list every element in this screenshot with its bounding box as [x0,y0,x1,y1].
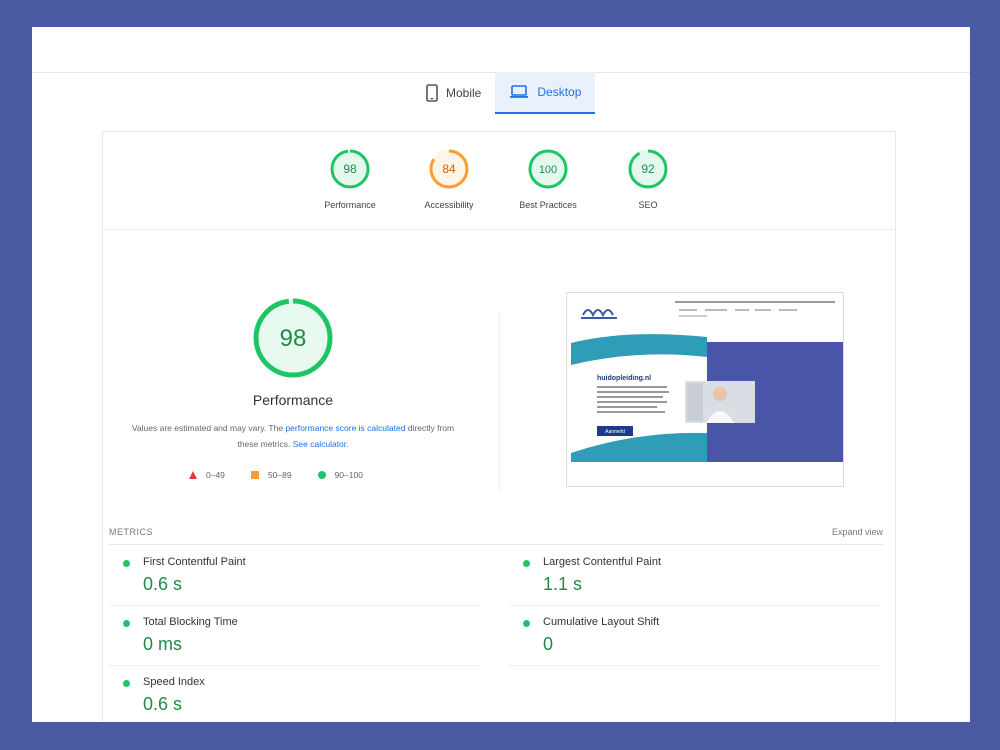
performance-gauge: 98 [251,296,335,380]
report-card: 98 Performance 84 Accessibility 100 Best… [102,131,896,722]
circle-icon [317,471,326,479]
gauge-performance[interactable]: 98 Performance [305,148,395,210]
gauge-label: Performance [324,200,376,210]
metric-largest-contentful-paint: Largest Contentful Paint 1.1 s [509,545,879,606]
metric-value: 1.1 s [543,574,583,594]
gauge-score: 100 [539,164,557,176]
metric-value: 0 ms [143,634,183,654]
browser-content: Mobile Desktop 98 Performance 84 Accessi… [32,27,970,722]
divider [499,312,500,492]
metrics-heading: METRICS [109,527,153,537]
metric-value: 0.6 s [143,574,183,594]
gauge-seo[interactable]: 92 SEO [603,148,693,210]
phone-icon [426,84,438,102]
score-legend: 0–49 50–89 90–100 [189,470,363,480]
score-gauges: 98 Performance 84 Accessibility 100 Best… [103,132,895,230]
pass-dot-icon [123,680,130,687]
metric-name: Largest Contentful Paint [543,556,662,568]
score-ring: 100 [528,149,568,189]
pass-dot-icon [123,620,130,627]
pass-dot-icon [523,560,530,567]
tab-mobile-label: Mobile [446,86,482,100]
tab-desktop-label: Desktop [537,85,582,99]
page-screenshot: huidopleiding.nl Aanmeld [566,292,844,487]
performance-note: Values are estimated and may vary. The p… [127,420,459,452]
metric-name: Speed Index [143,676,205,688]
metric-speed-index: Speed Index 0.6 s [109,665,479,722]
legend-item-good: 90–100 [317,470,363,480]
metric-name: Total Blocking Time [143,616,238,628]
gauge-label: Best Practices [519,200,577,210]
device-tabs: Mobile Desktop [412,72,596,114]
performance-score: 98 [280,325,307,352]
site-cta: Aanmeld [605,429,625,435]
legend-label: 50–89 [267,470,292,480]
pass-dot-icon [523,620,530,627]
metric-name: First Contentful Paint [143,556,246,568]
performance-score-link[interactable]: performance score is calculated [285,423,405,433]
gauge-label: SEO [638,200,658,210]
gauge-label: Accessibility [424,200,474,210]
expand-view-button[interactable]: Expand view [832,527,883,537]
gauge-score: 84 [442,162,456,176]
gauge-score: 98 [343,162,357,176]
tab-desktop[interactable]: Desktop [495,72,596,114]
tab-mobile[interactable]: Mobile [412,72,495,114]
gauge-accessibility[interactable]: 84 Accessibility [404,148,494,210]
score-ring: 84 [429,149,469,189]
metric-first-contentful-paint: First Contentful Paint 0.6 s [109,545,479,606]
metric-name: Cumulative Layout Shift [543,616,660,628]
top-bar [32,27,970,73]
triangle-icon [189,471,197,479]
note-text: Values are estimated and may vary. The [131,423,286,433]
square-icon [250,471,259,479]
metric-value: 0 [543,634,554,654]
metric-cumulative-layout-shift: Cumulative Layout Shift 0 [509,605,879,666]
metric-value: 0.6 s [143,694,183,714]
score-ring: 98 [330,149,370,189]
legend-item-average: 50–89 [250,470,292,480]
metric-total-blocking-time: Total Blocking Time 0 ms [109,605,479,666]
legend-label: 90–100 [334,470,363,480]
calculator-link[interactable]: See calculator. [293,439,349,449]
legend-item-poor: 0–49 [189,470,225,480]
person-photo [685,381,755,423]
site-heading: huidopleiding.nl [597,375,651,382]
pass-dot-icon [123,560,130,567]
gauge-best-practices[interactable]: 100 Best Practices [503,148,593,210]
performance-title: Performance [252,392,334,408]
legend-label: 0–49 [206,470,225,480]
gauge-score: 92 [641,162,655,176]
score-ring: 92 [628,149,668,189]
laptop-icon [509,85,529,99]
